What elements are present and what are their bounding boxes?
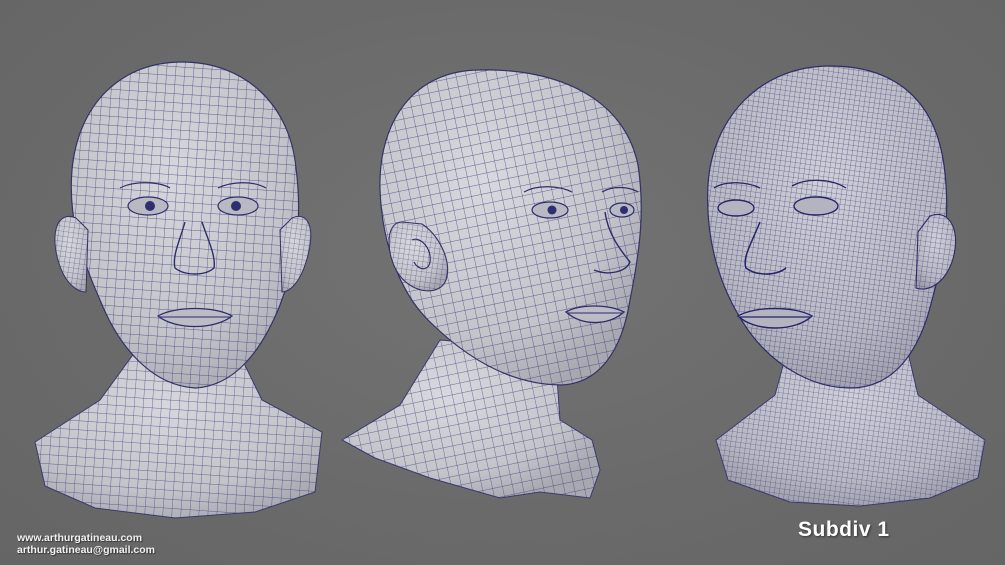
dense-three-quarter-head — [707, 65, 986, 507]
author-email: arthur.gatineau@gmail.com — [17, 544, 156, 556]
author-website: www.arthurgatineau.com — [17, 532, 143, 544]
subdivision-label: Subdiv 1 — [798, 518, 890, 541]
three-quarter-head — [340, 69, 642, 499]
front-view-head — [34, 61, 323, 519]
render-viewport: www.arthurgatineau.com arthur.gatineau@g… — [0, 0, 1005, 565]
wireframe-heads — [34, 61, 986, 519]
author-credits: www.arthurgatineau.com arthur.gatineau@g… — [17, 532, 155, 556]
